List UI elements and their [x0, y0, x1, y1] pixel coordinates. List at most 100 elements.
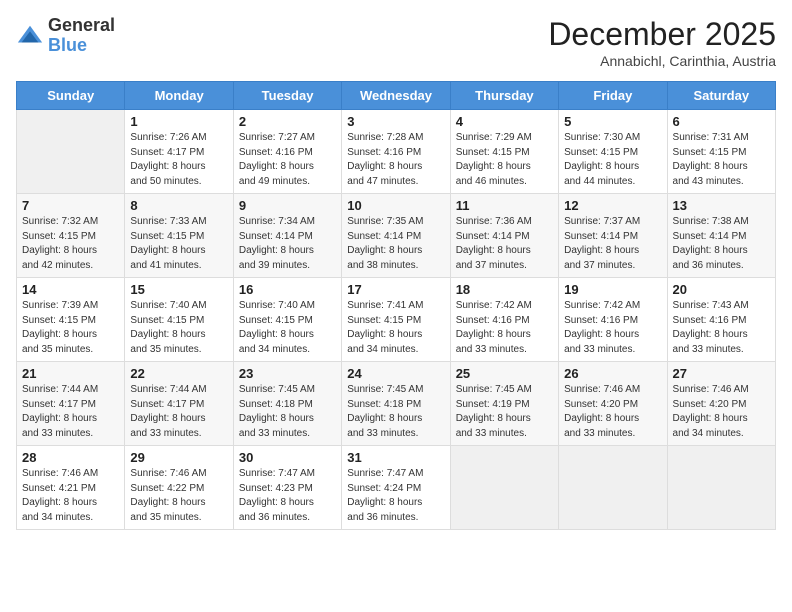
day-number: 23 — [239, 366, 336, 381]
page-header: General Blue December 2025 Annabichl, Ca… — [16, 16, 776, 69]
day-info: Sunrise: 7:32 AMSunset: 4:15 PMDaylight:… — [22, 215, 119, 273]
day-info: Sunrise: 7:33 AMSunset: 4:15 PMDaylight:… — [130, 215, 227, 273]
calendar-cell — [667, 446, 775, 530]
day-number: 26 — [564, 366, 661, 381]
day-info: Sunrise: 7:46 AMSunset: 4:20 PMDaylight:… — [564, 383, 661, 441]
day-number: 24 — [347, 366, 444, 381]
calendar-cell: 6Sunrise: 7:31 AMSunset: 4:15 PMDaylight… — [667, 110, 775, 194]
calendar-cell — [450, 446, 558, 530]
day-number: 8 — [130, 198, 227, 213]
day-info: Sunrise: 7:29 AMSunset: 4:15 PMDaylight:… — [456, 131, 553, 189]
day-info: Sunrise: 7:34 AMSunset: 4:14 PMDaylight:… — [239, 215, 336, 273]
day-number: 2 — [239, 114, 336, 129]
day-number: 3 — [347, 114, 444, 129]
header-wednesday: Wednesday — [342, 82, 450, 110]
calendar-cell: 7 Sunrise: 7:32 AMSunset: 4:15 PMDaylight… — [17, 194, 125, 278]
calendar-week-row: 1 Sunrise: 7:26 AMSunset: 4:17 PMDaylight… — [17, 110, 776, 194]
day-number: 21 — [22, 366, 119, 381]
calendar-cell: 27 Sunrise: 7:46 AMSunset: 4:20 PMDayligh… — [667, 362, 775, 446]
day-info: Sunrise: 7:46 AMSunset: 4:20 PMDaylight:… — [673, 383, 770, 441]
day-number: 19 — [564, 282, 661, 297]
day-info: Sunrise: 7:38 AMSunset: 4:14 PMDaylight:… — [673, 215, 770, 273]
day-number: 14 — [22, 282, 119, 297]
logo-icon — [16, 22, 44, 50]
day-info: Sunrise: 7:45 AMSunset: 4:19 PMDaylight:… — [456, 383, 553, 441]
header-tuesday: Tuesday — [233, 82, 341, 110]
logo-blue-text: Blue — [48, 36, 115, 56]
logo: General Blue — [16, 16, 115, 56]
calendar-cell — [17, 110, 125, 194]
day-info: Sunrise: 7:43 AMSunset: 4:16 PMDaylight:… — [673, 299, 770, 357]
day-info: Sunrise: 7:39 AMSunset: 4:15 PMDaylight:… — [22, 299, 119, 357]
day-number: 4 — [456, 114, 553, 129]
day-info: Sunrise: 7:44 AMSunset: 4:17 PMDaylight:… — [22, 383, 119, 441]
calendar-week-row: 7 Sunrise: 7:32 AMSunset: 4:15 PMDaylight… — [17, 194, 776, 278]
day-number: 7 — [22, 198, 119, 213]
calendar-cell: 23 Sunrise: 7:45 AMSunset: 4:18 PMDayligh… — [233, 362, 341, 446]
calendar-cell: 29Sunrise: 7:46 AMSunset: 4:22 PMDayligh… — [125, 446, 233, 530]
header-monday: Monday — [125, 82, 233, 110]
month-title: December 2025 — [548, 16, 776, 53]
calendar-week-row: 28Sunrise: 7:46 AMSunset: 4:21 PMDayligh… — [17, 446, 776, 530]
day-info: Sunrise: 7:31 AMSunset: 4:15 PMDaylight:… — [673, 131, 770, 189]
day-number: 5 — [564, 114, 661, 129]
day-number: 20 — [673, 282, 770, 297]
day-info: Sunrise: 7:27 AMSunset: 4:16 PMDaylight:… — [239, 131, 336, 189]
day-info: Sunrise: 7:36 AMSunset: 4:14 PMDaylight:… — [456, 215, 553, 273]
day-number: 13 — [673, 198, 770, 213]
calendar-cell: 22 Sunrise: 7:44 AMSunset: 4:17 PMDayligh… — [125, 362, 233, 446]
calendar-cell: 4 Sunrise: 7:29 AMSunset: 4:15 PMDaylight… — [450, 110, 558, 194]
calendar-cell: 24 Sunrise: 7:45 AMSunset: 4:18 PMDayligh… — [342, 362, 450, 446]
calendar-cell: 13 Sunrise: 7:38 AMSunset: 4:14 PMDayligh… — [667, 194, 775, 278]
day-number: 18 — [456, 282, 553, 297]
calendar-cell — [559, 446, 667, 530]
day-info: Sunrise: 7:26 AMSunset: 4:17 PMDaylight:… — [130, 131, 227, 189]
day-number: 22 — [130, 366, 227, 381]
day-info: Sunrise: 7:42 AMSunset: 4:16 PMDaylight:… — [564, 299, 661, 357]
day-info: Sunrise: 7:40 AMSunset: 4:15 PMDaylight:… — [130, 299, 227, 357]
day-info: Sunrise: 7:28 AMSunset: 4:16 PMDaylight:… — [347, 131, 444, 189]
calendar-cell: 25 Sunrise: 7:45 AMSunset: 4:19 PMDayligh… — [450, 362, 558, 446]
header-sunday: Sunday — [17, 82, 125, 110]
calendar-cell: 20 Sunrise: 7:43 AMSunset: 4:16 PMDayligh… — [667, 278, 775, 362]
logo-general-text: General — [48, 16, 115, 36]
day-number: 27 — [673, 366, 770, 381]
calendar-week-row: 14 Sunrise: 7:39 AMSunset: 4:15 PMDayligh… — [17, 278, 776, 362]
day-number: 11 — [456, 198, 553, 213]
day-number: 28 — [22, 450, 119, 465]
calendar-cell: 18 Sunrise: 7:42 AMSunset: 4:16 PMDayligh… — [450, 278, 558, 362]
day-number: 9 — [239, 198, 336, 213]
title-block: December 2025 Annabichl, Carinthia, Aust… — [548, 16, 776, 69]
header-saturday: Saturday — [667, 82, 775, 110]
calendar-week-row: 21 Sunrise: 7:44 AMSunset: 4:17 PMDayligh… — [17, 362, 776, 446]
day-number: 16 — [239, 282, 336, 297]
day-info: Sunrise: 7:42 AMSunset: 4:16 PMDaylight:… — [456, 299, 553, 357]
calendar-cell: 17 Sunrise: 7:41 AMSunset: 4:15 PMDayligh… — [342, 278, 450, 362]
day-number: 10 — [347, 198, 444, 213]
calendar-table: SundayMondayTuesdayWednesdayThursdayFrid… — [16, 81, 776, 530]
day-info: Sunrise: 7:30 AMSunset: 4:15 PMDaylight:… — [564, 131, 661, 189]
day-info: Sunrise: 7:45 AMSunset: 4:18 PMDaylight:… — [347, 383, 444, 441]
day-info: Sunrise: 7:35 AMSunset: 4:14 PMDaylight:… — [347, 215, 444, 273]
calendar-cell: 1 Sunrise: 7:26 AMSunset: 4:17 PMDaylight… — [125, 110, 233, 194]
day-info: Sunrise: 7:37 AMSunset: 4:14 PMDaylight:… — [564, 215, 661, 273]
day-number: 31 — [347, 450, 444, 465]
calendar-cell: 3 Sunrise: 7:28 AMSunset: 4:16 PMDaylight… — [342, 110, 450, 194]
calendar-cell: 8 Sunrise: 7:33 AMSunset: 4:15 PMDaylight… — [125, 194, 233, 278]
day-info: Sunrise: 7:47 AMSunset: 4:23 PMDaylight:… — [239, 467, 336, 525]
header-thursday: Thursday — [450, 82, 558, 110]
day-info: Sunrise: 7:44 AMSunset: 4:17 PMDaylight:… — [130, 383, 227, 441]
day-number: 1 — [130, 114, 227, 129]
day-number: 17 — [347, 282, 444, 297]
calendar-cell: 19 Sunrise: 7:42 AMSunset: 4:16 PMDayligh… — [559, 278, 667, 362]
day-info: Sunrise: 7:47 AMSunset: 4:24 PMDaylight:… — [347, 467, 444, 525]
day-info: Sunrise: 7:45 AMSunset: 4:18 PMDaylight:… — [239, 383, 336, 441]
calendar-cell: 9 Sunrise: 7:34 AMSunset: 4:14 PMDaylight… — [233, 194, 341, 278]
calendar-cell: 15Sunrise: 7:40 AMSunset: 4:15 PMDayligh… — [125, 278, 233, 362]
day-info: Sunrise: 7:40 AMSunset: 4:15 PMDaylight:… — [239, 299, 336, 357]
day-info: Sunrise: 7:41 AMSunset: 4:15 PMDaylight:… — [347, 299, 444, 357]
logo-text: General Blue — [48, 16, 115, 56]
day-number: 25 — [456, 366, 553, 381]
calendar-cell: 5 Sunrise: 7:30 AMSunset: 4:15 PMDaylight… — [559, 110, 667, 194]
calendar-cell: 10 Sunrise: 7:35 AMSunset: 4:14 PMDayligh… — [342, 194, 450, 278]
